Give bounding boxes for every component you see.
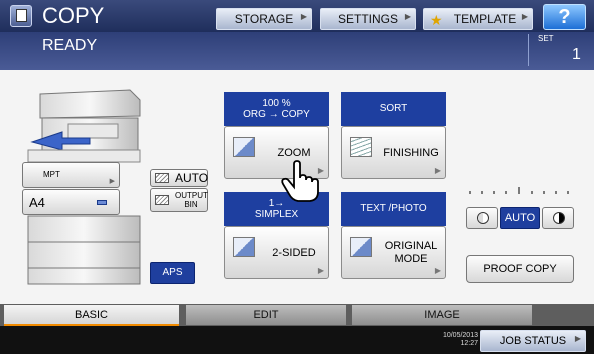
- job-status-button[interactable]: JOB STATUS ▶: [480, 330, 586, 352]
- two-sided-label: 2-SIDED: [272, 246, 316, 259]
- tab-basic[interactable]: BASIC: [4, 305, 179, 327]
- paper-icon: [155, 173, 169, 183]
- date-time: 10/05/2013 12:27: [426, 332, 478, 348]
- zoom-status-header: 100 % ORG → COPY: [224, 92, 329, 126]
- storage-button[interactable]: STORAGE ▶: [216, 8, 312, 30]
- arrow-icon: ▶: [521, 12, 528, 21]
- copy-count: 1: [572, 46, 581, 63]
- original-mode-button[interactable]: ORIGINAL MODE ▶: [341, 226, 446, 279]
- copy-app-icon: [10, 5, 32, 27]
- original-mode-line2: MODE: [394, 252, 428, 265]
- duplex-icon: [233, 237, 255, 257]
- template-label: TEMPLATE: [453, 12, 517, 26]
- density-darker-button[interactable]: [542, 207, 574, 229]
- storage-label: STORAGE: [234, 12, 294, 26]
- original-mode-icon: [350, 237, 372, 257]
- paper-level-icon: [97, 200, 107, 205]
- help-button[interactable]: ?: [543, 4, 586, 30]
- duplex-mode-line2: SIMPLEX: [254, 209, 299, 220]
- tray-mpt-button[interactable]: MPT ▶: [22, 162, 120, 188]
- set-label: SET: [538, 34, 554, 43]
- auto-paper-button[interactable]: AUTO: [150, 169, 208, 187]
- tab-edit[interactable]: EDIT: [186, 305, 346, 325]
- date: 10/05/2013: [442, 332, 478, 339]
- two-sided-button[interactable]: 2-SIDED ▶: [224, 226, 329, 279]
- density-auto-button[interactable]: AUTO: [500, 207, 540, 229]
- zoom-icon: [233, 137, 255, 157]
- hand-pointer-icon: [281, 160, 319, 202]
- job-status-label: JOB STATUS: [499, 335, 567, 347]
- output-bin-button[interactable]: OUTPUT BIN: [150, 188, 208, 212]
- proof-copy-button[interactable]: PROOF COPY: [466, 255, 574, 283]
- arrow-icon: ▶: [434, 166, 441, 175]
- darker-icon: [553, 212, 565, 224]
- app-title: COPY: [42, 3, 105, 28]
- output-bin-line1: OUTPUT: [175, 191, 208, 200]
- output-bin-line2: BIN: [184, 200, 198, 209]
- time: 12:27: [460, 340, 478, 347]
- tray-a4-label: A4: [29, 195, 45, 210]
- density-lighter-button[interactable]: [466, 207, 498, 229]
- settings-button[interactable]: SETTINGS ▶: [320, 8, 416, 30]
- arrow-icon: ▶: [574, 334, 581, 343]
- aps-button[interactable]: APS: [150, 262, 195, 284]
- original-mode-status-header: TEXT /PHOTO: [341, 192, 446, 226]
- auto-paper-label: AUTO: [175, 171, 209, 185]
- lighter-icon: [477, 212, 489, 224]
- zoom-percent: 100 %: [262, 98, 291, 109]
- finishing-button[interactable]: FINISHING ▶: [341, 126, 446, 179]
- arrow-icon: ▶: [300, 12, 307, 21]
- arrow-icon: ▶: [404, 12, 411, 21]
- template-button[interactable]: ★ TEMPLATE ▶: [423, 8, 533, 30]
- sort-status-header: SORT: [341, 92, 446, 126]
- arrow-icon: ▶: [434, 266, 441, 275]
- settings-label: SETTINGS: [337, 12, 398, 26]
- status-divider: [528, 34, 529, 66]
- arrow-icon: ▶: [317, 266, 324, 275]
- finishing-icon: [350, 137, 372, 157]
- density-scale: [469, 187, 569, 194]
- original-mode-line1: ORIGINAL: [384, 239, 438, 252]
- zoom-org-copy: ORG → COPY: [243, 109, 310, 120]
- tray-a4-button[interactable]: A4: [22, 189, 120, 215]
- star-icon: ★: [430, 12, 443, 28]
- status-message: READY: [42, 37, 98, 54]
- tab-image[interactable]: IMAGE: [352, 305, 532, 325]
- arrow-icon: ▶: [109, 178, 115, 185]
- output-tray-icon: [155, 195, 169, 205]
- tray-mpt-label: MPT: [43, 170, 60, 179]
